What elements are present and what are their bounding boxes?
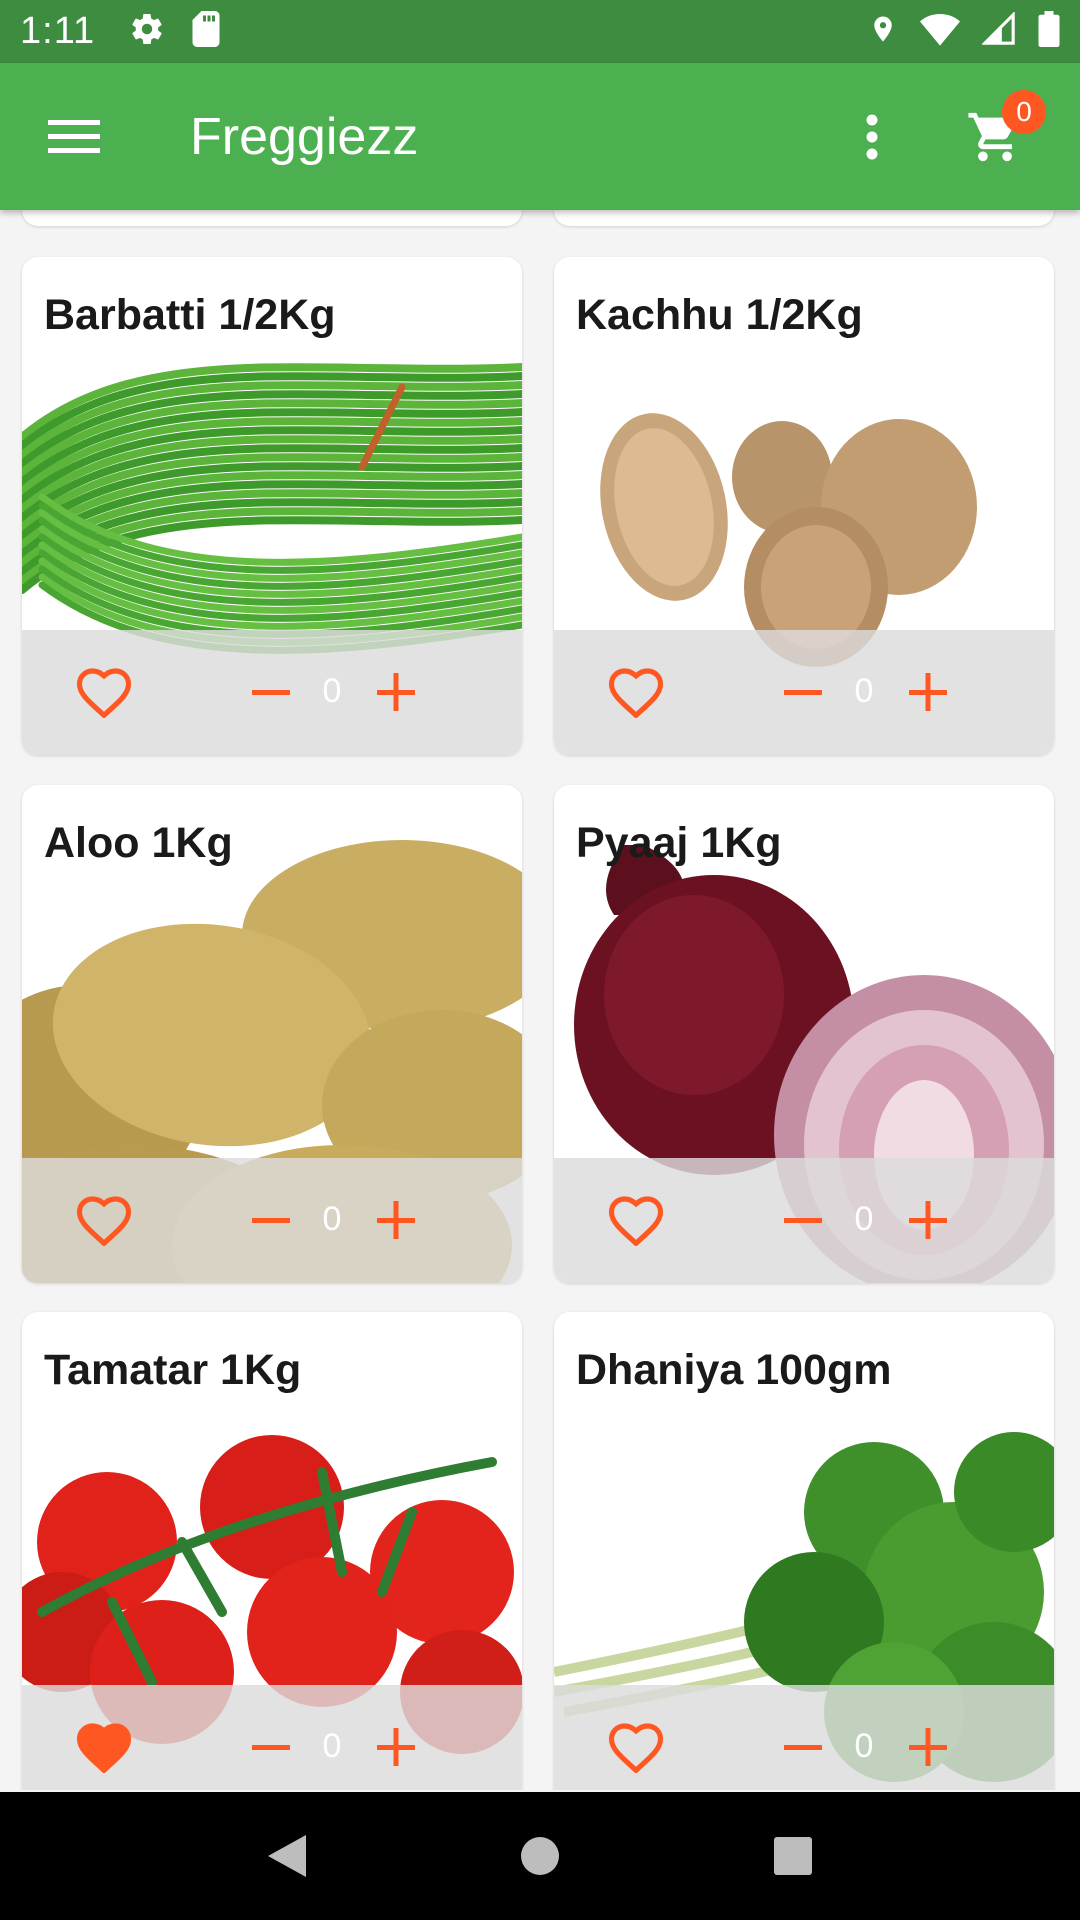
quantity-value: 0 <box>322 672 342 710</box>
increase-quantity-button[interactable] <box>366 1190 426 1250</box>
plus-icon <box>377 1201 415 1239</box>
recents-button[interactable] <box>763 1826 823 1886</box>
decrease-quantity-button[interactable] <box>238 1717 298 1777</box>
minus-icon <box>784 1745 822 1750</box>
favorite-button[interactable] <box>608 1194 664 1247</box>
back-icon <box>267 1835 306 1877</box>
back-button[interactable] <box>257 1826 317 1886</box>
more-vert-icon <box>866 114 878 159</box>
partial-card-top-left <box>22 210 522 226</box>
partial-card-top-right <box>554 210 1054 226</box>
product-name: Barbatti 1/2Kg <box>44 291 336 339</box>
heart-icon <box>76 1196 132 1247</box>
product-card[interactable]: Tamatar 1Kg 0 <box>22 1312 522 1790</box>
heart-icon <box>608 1723 664 1774</box>
decrease-quantity-button[interactable] <box>770 662 830 722</box>
product-name: Tamatar 1Kg <box>44 1346 302 1394</box>
product-actions: 0 <box>554 1158 1054 1283</box>
status-time: 1:11 <box>20 10 96 52</box>
product-actions: 0 <box>22 1685 522 1790</box>
screen: 1:11 Freggiezz 0 Barbatti 1/2Kg 0 Kachhu… <box>0 0 1080 1920</box>
product-actions: 0 <box>554 1685 1054 1790</box>
product-name: Dhaniya 100gm <box>576 1346 892 1394</box>
overflow-menu-button[interactable] <box>842 97 902 177</box>
quantity-value: 0 <box>854 672 874 710</box>
minus-icon <box>784 690 822 695</box>
product-actions: 0 <box>22 1158 522 1283</box>
product-name: Kachhu 1/2Kg <box>576 291 863 339</box>
recents-icon <box>774 1837 813 1875</box>
minus-icon <box>252 1745 290 1750</box>
minus-icon <box>252 1218 290 1223</box>
plus-icon <box>377 673 415 711</box>
signal-icon <box>981 11 1016 51</box>
product-card[interactable]: Kachhu 1/2Kg 0 <box>554 257 1054 755</box>
cart-count-badge: 0 <box>1002 89 1046 134</box>
product-grid[interactable]: Barbatti 1/2Kg 0 Kachhu 1/2Kg 0 Aloo 1Kg… <box>0 210 1080 1790</box>
app-bar: Freggiezz 0 <box>0 63 1080 210</box>
decrease-quantity-button[interactable] <box>238 662 298 722</box>
plus-icon <box>377 1728 415 1766</box>
quantity-value: 0 <box>322 1727 342 1765</box>
product-card[interactable]: Pyaaj 1Kg 0 <box>554 785 1054 1283</box>
increase-quantity-button[interactable] <box>898 1190 958 1250</box>
decrease-quantity-button[interactable] <box>770 1717 830 1777</box>
location-icon <box>868 11 898 52</box>
heart-icon <box>76 668 132 719</box>
product-actions: 0 <box>554 630 1054 755</box>
home-button[interactable] <box>510 1826 570 1886</box>
plus-icon <box>909 1728 947 1766</box>
settings-icon <box>129 11 165 52</box>
decrease-quantity-button[interactable] <box>238 1190 298 1250</box>
quantity-value: 0 <box>854 1727 874 1765</box>
increase-quantity-button[interactable] <box>366 1717 426 1777</box>
app-title: Freggiezz <box>190 107 419 166</box>
quantity-value: 0 <box>854 1200 874 1238</box>
home-icon <box>520 1837 559 1875</box>
cart-button[interactable]: 0 <box>950 89 1046 182</box>
minus-icon <box>252 690 290 695</box>
heart-icon <box>608 1196 664 1247</box>
product-card[interactable]: Barbatti 1/2Kg 0 <box>22 257 522 755</box>
favorite-button[interactable] <box>76 1721 132 1774</box>
increase-quantity-button[interactable] <box>898 1717 958 1777</box>
menu-button[interactable] <box>44 107 104 167</box>
favorite-button[interactable] <box>76 1194 132 1247</box>
product-card[interactable]: Dhaniya 100gm 0 <box>554 1312 1054 1790</box>
increase-quantity-button[interactable] <box>366 662 426 722</box>
product-name: Aloo 1Kg <box>44 819 233 867</box>
system-nav-bar <box>0 1792 1080 1920</box>
favorite-button[interactable] <box>76 666 132 719</box>
heart-icon <box>76 1723 132 1774</box>
heart-icon <box>608 668 664 719</box>
status-bar: 1:11 <box>0 0 1080 63</box>
plus-icon <box>909 673 947 711</box>
menu-icon <box>48 119 100 153</box>
decrease-quantity-button[interactable] <box>770 1190 830 1250</box>
product-actions: 0 <box>22 630 522 755</box>
product-name: Pyaaj 1Kg <box>576 819 782 867</box>
minus-icon <box>784 1218 822 1223</box>
battery-icon <box>1038 11 1060 52</box>
wifi-icon <box>920 12 960 51</box>
sd-card-icon <box>191 11 221 52</box>
favorite-button[interactable] <box>608 1721 664 1774</box>
product-card[interactable]: Aloo 1Kg 0 <box>22 785 522 1283</box>
quantity-value: 0 <box>322 1200 342 1238</box>
increase-quantity-button[interactable] <box>898 662 958 722</box>
favorite-button[interactable] <box>608 666 664 719</box>
plus-icon <box>909 1201 947 1239</box>
